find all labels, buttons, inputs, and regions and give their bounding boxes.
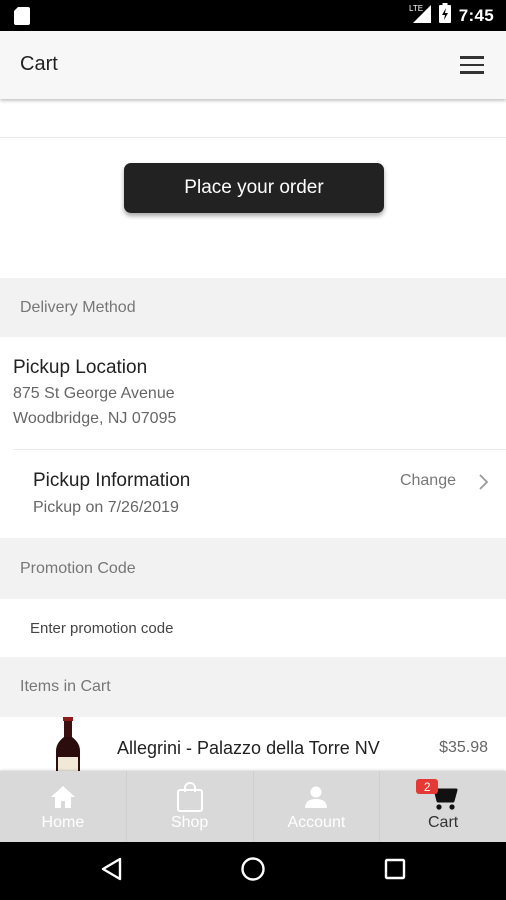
app-bar: Cart: [0, 31, 506, 99]
back-triangle-icon: [100, 857, 122, 886]
hamburger-menu-icon[interactable]: [460, 56, 484, 74]
person-icon: [304, 782, 328, 812]
tab-home[interactable]: Home: [0, 771, 126, 842]
wine-bottle-image: [50, 717, 86, 771]
signal-icon: LTE: [409, 3, 431, 28]
pickup-location-label: Pickup Location: [13, 357, 148, 378]
tab-account[interactable]: Account: [252, 771, 380, 842]
cart-item-name: Allegrini - Palazzo della Torre NV: [117, 738, 380, 758]
address-line-2: Woodbridge, NJ 07095: [13, 410, 177, 427]
change-link[interactable]: Change: [400, 472, 456, 490]
battery-icon: [438, 3, 451, 28]
recents-button[interactable]: [360, 842, 430, 900]
pickup-date: Pickup on 7/26/2019: [33, 499, 179, 516]
pickup-location: Pickup Location 875 St George Avenue Woo…: [13, 357, 176, 428]
pickup-information-label: Pickup Information: [33, 470, 191, 491]
section-header-promotion-code: Promotion Code: [0, 538, 506, 599]
tab-label: Account: [287, 814, 346, 831]
tab-label: Shop: [170, 814, 209, 831]
recents-square-icon: [384, 858, 406, 885]
tab-label: Cart: [428, 814, 459, 831]
tab-shop[interactable]: Shop: [125, 771, 253, 842]
status-bar: LTE 7:45: [0, 0, 506, 31]
home-icon: [50, 782, 76, 812]
home-circle-icon: [240, 856, 266, 887]
clock: 7:45: [458, 5, 494, 25]
chevron-right-icon: [478, 474, 489, 495]
cart-content[interactable]: Place your order Delivery Method Pickup …: [0, 99, 506, 771]
section-header-items-in-cart: Items in Cart: [0, 657, 506, 717]
cart-count-badge: 2: [416, 779, 439, 794]
divider: [0, 137, 506, 138]
cart-item[interactable]: Allegrini - Palazzo della Torre NV $35.9…: [0, 717, 506, 771]
sd-card-icon: [14, 7, 30, 30]
back-button[interactable]: [76, 842, 146, 900]
shopping-bag-icon: [176, 782, 204, 812]
promotion-code-input[interactable]: [0, 599, 506, 657]
page-title: Cart: [20, 53, 58, 75]
tab-label: Home: [41, 814, 85, 831]
tab-cart[interactable]: 2 Cart: [379, 771, 506, 842]
network-type: LTE: [409, 4, 423, 13]
address-line-1: 875 St George Avenue: [13, 385, 175, 402]
home-button[interactable]: [218, 842, 288, 900]
system-navigation-bar: [0, 842, 506, 900]
bottom-tab-bar: Home Shop Account 2 Cart: [0, 771, 506, 842]
pickup-information-row[interactable]: Pickup Information Pickup on 7/26/2019 C…: [0, 450, 506, 538]
place-order-button[interactable]: Place your order: [124, 163, 384, 213]
section-header-delivery-method: Delivery Method: [0, 278, 506, 337]
cart-item-price: $35.98: [439, 739, 488, 756]
